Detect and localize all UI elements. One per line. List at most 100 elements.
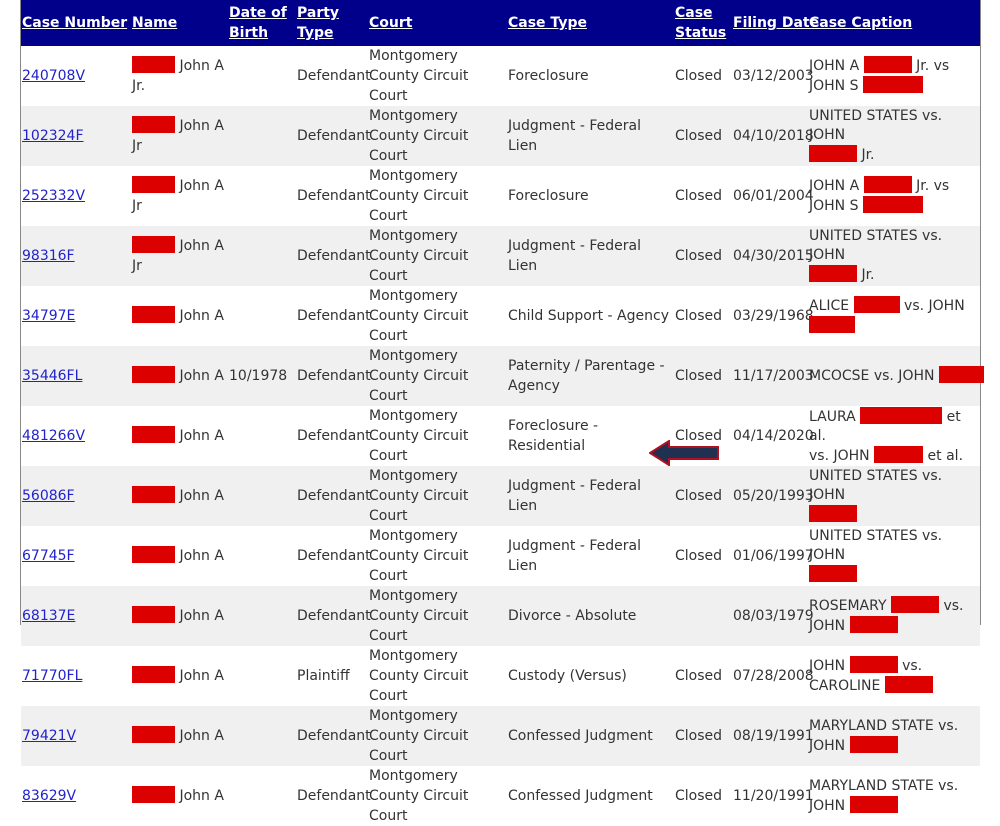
case-number-cell[interactable]: 98316F (21, 226, 131, 286)
case-number-link[interactable]: 79421V (22, 728, 76, 744)
case-status-cell: Closed (675, 308, 723, 324)
header-party-type[interactable]: Party Type (296, 0, 368, 46)
header-dob[interactable]: Date of Birth (228, 0, 296, 46)
case-results-table: Case Number Name Date of Birth Party Typ… (21, 0, 984, 826)
left-arrow-icon (649, 440, 719, 466)
case-caption-cell: MARYLAND STATE vs. JOHN (809, 777, 959, 814)
case-status-cell: Closed (675, 248, 723, 264)
case-number-cell[interactable]: 34797E (21, 286, 131, 346)
court-cell: Montgomery County Circuit Court (369, 528, 469, 584)
header-court[interactable]: Court (368, 0, 507, 46)
case-caption-cell: MCOCSE vs. JOHN (808, 346, 984, 406)
name-cell: John A (131, 706, 228, 766)
case-number-link[interactable]: 481266V (22, 428, 85, 444)
case-number-link[interactable]: 252332V (22, 188, 85, 204)
case-number-cell[interactable]: 83629V (21, 766, 131, 826)
header-case-caption[interactable]: Case Caption (808, 0, 980, 46)
name-cell: John A (131, 286, 228, 346)
case-number-cell[interactable]: 252332V (21, 166, 131, 226)
case-caption-cell: ALICE vs. JOHN (808, 286, 980, 346)
case-number-link[interactable]: 34797E (22, 308, 75, 324)
case-type-cell: Foreclosure (508, 188, 589, 204)
redaction (849, 795, 898, 813)
redaction (132, 786, 175, 803)
dob-cell (228, 286, 296, 346)
case-number-cell[interactable]: 67745F (21, 526, 131, 586)
table-row: 83629V John A Defendant Montgomery County … (21, 766, 980, 826)
name-cell: John A Jr. (132, 56, 224, 94)
case-number-cell[interactable]: 481266V (21, 406, 131, 466)
case-number-cell[interactable]: 56086F (21, 466, 131, 526)
case-status-cell: Closed (675, 188, 723, 204)
case-caption-cell: LAURA et al. vs. JOHN et al. (809, 406, 964, 464)
header-case-status[interactable]: Case Status (674, 0, 732, 46)
name-suffix: Jr (132, 138, 142, 154)
case-number-link[interactable]: 67745F (22, 548, 75, 564)
case-caption-cell: JOHN vs. CAROLINE (808, 646, 980, 706)
court-cell: Montgomery County Circuit Court (369, 228, 469, 284)
court-cell: Montgomery County Circuit Court (369, 48, 469, 104)
case-number-link[interactable]: 68137E (22, 608, 75, 624)
redaction (132, 366, 175, 383)
court-cell: Montgomery County Circuit Court (369, 588, 469, 644)
case-number-link[interactable]: 71770FL (22, 668, 82, 684)
case-number-link[interactable]: 240708V (22, 68, 85, 84)
case-number-link[interactable]: 35446FL (22, 368, 82, 384)
case-type-cell: Paternity / Parentage - Agency (508, 358, 665, 394)
filing-date-cell: 03/29/1968 (733, 308, 814, 324)
header-case-number[interactable]: Case Number (21, 0, 131, 46)
table-row: 67745F John A Defendant Montgomery County … (21, 526, 980, 586)
name-suffix: Jr (132, 258, 142, 274)
name-cell: John A (131, 646, 228, 706)
court-cell: Montgomery County Circuit Court (369, 408, 469, 464)
redaction (863, 176, 912, 193)
party-type-cell: Defendant (297, 728, 371, 744)
table-row: 240708V John A Jr. Defendant Montgomery Cou… (21, 46, 980, 106)
case-caption-cell: UNITED STATES vs. JOHN (808, 466, 980, 526)
case-status-cell: Closed (675, 788, 723, 804)
case-number-link[interactable]: 102324F (22, 128, 84, 144)
filing-date-cell: 01/06/1997 (733, 548, 814, 564)
dob-cell (228, 526, 296, 586)
case-number-cell[interactable]: 35446FL (21, 346, 131, 406)
case-status-cell: Closed (675, 728, 723, 744)
dob-cell (228, 586, 296, 646)
redaction (849, 656, 898, 673)
dob-cell (228, 106, 296, 166)
name-suffix: Jr (132, 198, 142, 214)
table-row: 35446FL John A 10/1978 Defendant Montgomery… (21, 346, 984, 406)
redaction (809, 145, 857, 162)
case-caption-cell: UNITED STATES vs. JOHN Jr. (809, 108, 943, 163)
case-type-cell: Judgment - Federal Lien (508, 478, 641, 514)
case-type-cell: Judgment - Federal Lien (508, 538, 641, 574)
party-type-cell: Defendant (297, 368, 371, 384)
name-cell: John A (131, 466, 228, 526)
name-cell: John A (131, 586, 228, 646)
case-status-cell: Closed (675, 128, 723, 144)
case-number-link[interactable]: 98316F (22, 248, 75, 264)
court-cell: Montgomery County Circuit Court (369, 768, 469, 824)
redaction (132, 666, 175, 683)
table-row: 79421V John A Defendant Montgomery County … (21, 706, 980, 766)
party-type-cell: Defendant (297, 68, 371, 84)
redaction (890, 596, 939, 613)
dob-cell (228, 466, 296, 526)
redaction (849, 735, 898, 753)
case-type-cell: Child Support - Agency (508, 308, 669, 324)
party-type-cell: Defendant (297, 788, 371, 804)
header-case-type[interactable]: Case Type (507, 0, 674, 46)
case-number-cell[interactable]: 71770FL (21, 646, 131, 706)
case-number-link[interactable]: 56086F (22, 488, 75, 504)
case-number-cell[interactable]: 102324F (21, 106, 131, 166)
header-filing-date[interactable]: Filing Date (732, 0, 819, 46)
redaction (809, 316, 855, 333)
case-number-cell[interactable]: 79421V (21, 706, 131, 766)
case-number-link[interactable]: 83629V (22, 788, 76, 804)
case-number-cell[interactable]: 68137E (21, 586, 131, 646)
party-type-cell: Defendant (297, 548, 371, 564)
header-name[interactable]: Name (131, 0, 228, 46)
redaction (809, 565, 857, 582)
case-number-cell[interactable]: 240708V (21, 46, 131, 106)
filing-date-cell: 04/14/2020 (733, 428, 814, 444)
dob-cell: 10/1978 (229, 368, 288, 384)
